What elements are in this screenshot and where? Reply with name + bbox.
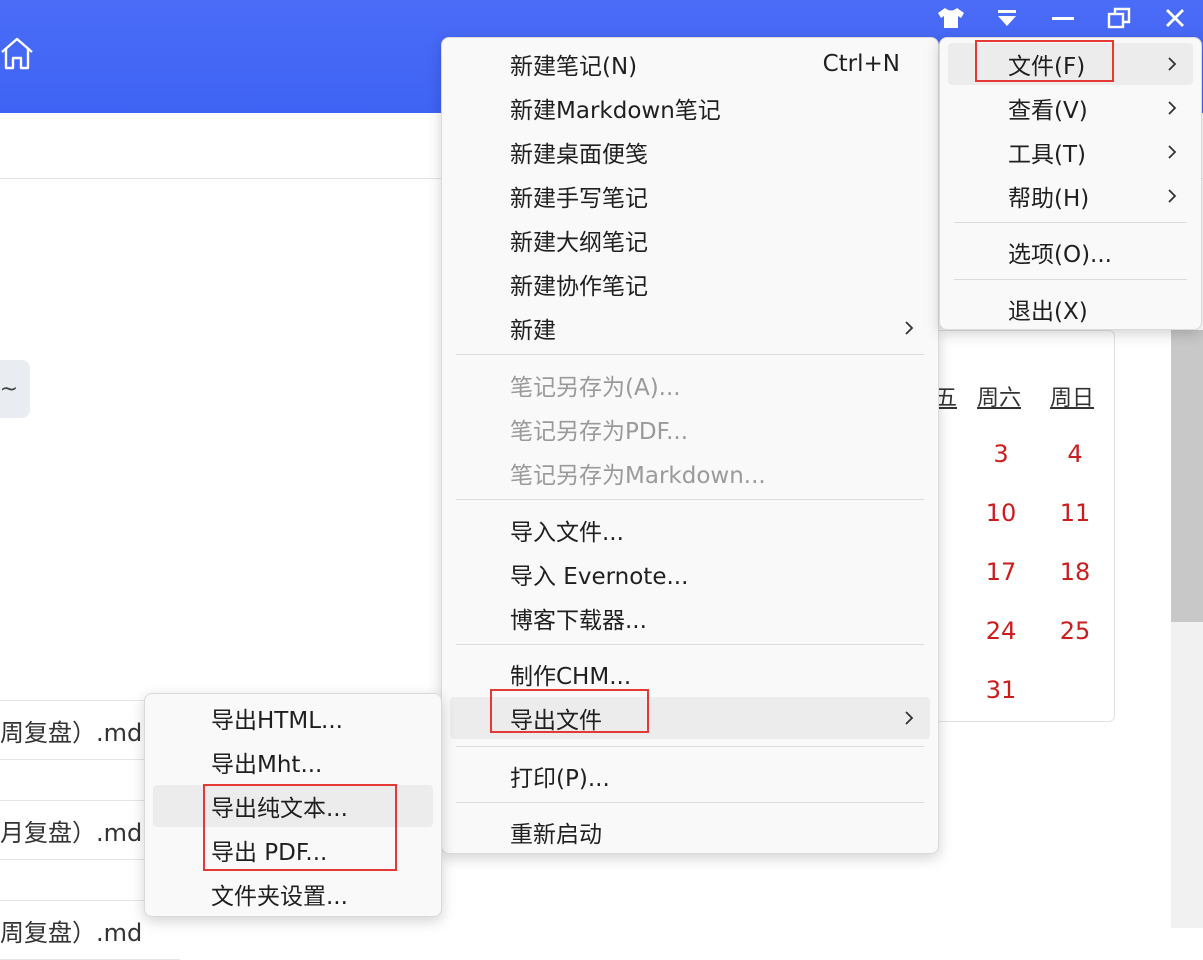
menu-item-new-submenu[interactable]: 新建 [450,307,930,349]
menu-item-label: 新建笔记(N) [510,54,638,80]
menu-item-exit[interactable]: 退出(X) [948,288,1193,330]
menu-item-label: 查看(V) [1008,98,1088,124]
calendar-day[interactable]: 11 [1045,499,1105,527]
menu-item-label: 新建协作笔记 [510,274,648,300]
calendar-day[interactable]: 3 [971,440,1031,468]
menu-item-label: 工具(T) [1008,142,1086,168]
dropdown-menu-icon[interactable] [990,4,1024,32]
highlight-box-export-file [490,689,649,733]
menu-item-label: 笔记另存为(A)... [510,375,681,401]
menu-item-save-as-markdown: 笔记另存为Markdown... [450,452,930,494]
menu-item-new-note[interactable]: 新建笔记(N) Ctrl+N [450,43,930,85]
menu-item-new-sticky-note[interactable]: 新建桌面便笺 [450,131,930,173]
chevron-right-icon [1168,145,1177,159]
menu-separator [456,644,924,645]
menu-item-label: 新建桌面便笺 [510,142,648,168]
menu-item-label: 新建 [510,318,556,344]
menu-item-label: 导入 Evernote... [510,564,689,590]
skin-icon[interactable] [934,4,968,32]
menu-item-label: 博客下载器... [510,608,647,634]
file-name: 周复盘）.md [0,918,143,947]
chevron-right-icon [1168,189,1177,203]
calendar-day[interactable]: 31 [971,676,1031,704]
menu-item-label: 导入文件... [510,520,624,546]
calendar-day[interactable]: 18 [1045,558,1105,586]
menu-item-label: 退出(X) [1008,299,1088,325]
menu-item-save-as-pdf: 笔记另存为PDF... [450,408,930,450]
menu-item-tools[interactable]: 工具(T) [948,131,1193,173]
file-name: 周复盘）.md [0,718,143,747]
menu-item-label: 导出HTML... [211,708,343,734]
menu-item-label: 选项(O)... [1008,242,1112,268]
menu-item-new-outline-note[interactable]: 新建大纲笔记 [450,219,930,261]
menu-item-label: 新建手写笔记 [510,186,648,212]
menu-separator [954,279,1187,280]
chevron-right-icon [1168,57,1177,71]
menu-item-export-mht[interactable]: 导出Mht... [153,741,433,783]
menu-item-save-as: 笔记另存为(A)... [450,364,930,406]
menu-item-print[interactable]: 打印(P)... [450,755,930,797]
menu-item-new-markdown-note[interactable]: 新建Markdown笔记 [450,87,930,129]
calendar-day[interactable]: 25 [1045,617,1105,645]
scrollbar-thumb[interactable] [1171,330,1203,622]
home-icon[interactable] [0,36,34,72]
calendar-header-sun: 周日 [1050,386,1095,411]
minimize-icon[interactable] [1046,4,1080,32]
menu-separator [456,746,924,747]
chevron-right-icon [905,711,914,725]
close-icon[interactable] [1158,4,1192,32]
tilde-text: ~ [0,376,18,402]
menu-separator [954,222,1187,223]
menu-item-shortcut: Ctrl+N [822,51,900,77]
menu-item-import-file[interactable]: 导入文件... [450,509,930,551]
menu-item-import-evernote[interactable]: 导入 Evernote... [450,553,930,595]
menu-item-new-collab-note[interactable]: 新建协作笔记 [450,263,930,305]
menu-separator [456,499,924,500]
menu-item-view[interactable]: 查看(V) [948,87,1193,129]
chevron-right-icon [905,321,914,335]
menu-separator [456,802,924,803]
calendar-day[interactable]: 24 [971,617,1031,645]
menu-item-label: 笔记另存为PDF... [510,419,689,445]
menu-item-label: 重新启动 [510,822,602,848]
menu-item-blog-downloader[interactable]: 博客下载器... [450,597,930,639]
menu-item-label: 打印(P)... [510,766,610,792]
menu-item-label: 文件夹设置... [211,884,348,910]
restore-icon[interactable] [1102,4,1136,32]
menu-item-options[interactable]: 选项(O)... [948,231,1193,273]
menu-separator [456,354,924,355]
file-name: 月复盘）.md [0,818,143,847]
menu-item-export-html[interactable]: 导出HTML... [153,697,433,739]
menu-item-label: 帮助(H) [1008,186,1090,212]
menu-item-folder-settings[interactable]: 文件夹设置... [153,873,433,915]
chevron-right-icon [1168,101,1177,115]
menu-item-label: 笔记另存为Markdown... [510,463,766,489]
menu-item-label: 导出Mht... [211,752,323,778]
menu-item-help[interactable]: 帮助(H) [948,175,1193,217]
menu-item-label: 新建大纲笔记 [510,230,648,256]
tilde-chip[interactable]: ~ [0,360,30,418]
calendar-header-sat: 周六 [977,386,1022,411]
calendar-day[interactable]: 17 [971,558,1031,586]
highlight-box-export-text-pdf [203,784,397,871]
menu-item-new-handwriting-note[interactable]: 新建手写笔记 [450,175,930,217]
menu-item-label: 制作CHM... [510,664,632,690]
calendar-day[interactable]: 10 [971,499,1031,527]
calendar-day[interactable]: 4 [1045,440,1105,468]
menu-item-restart[interactable]: 重新启动 [450,811,930,853]
menu-item-label: 新建Markdown笔记 [510,98,721,124]
highlight-box-file [975,40,1114,82]
